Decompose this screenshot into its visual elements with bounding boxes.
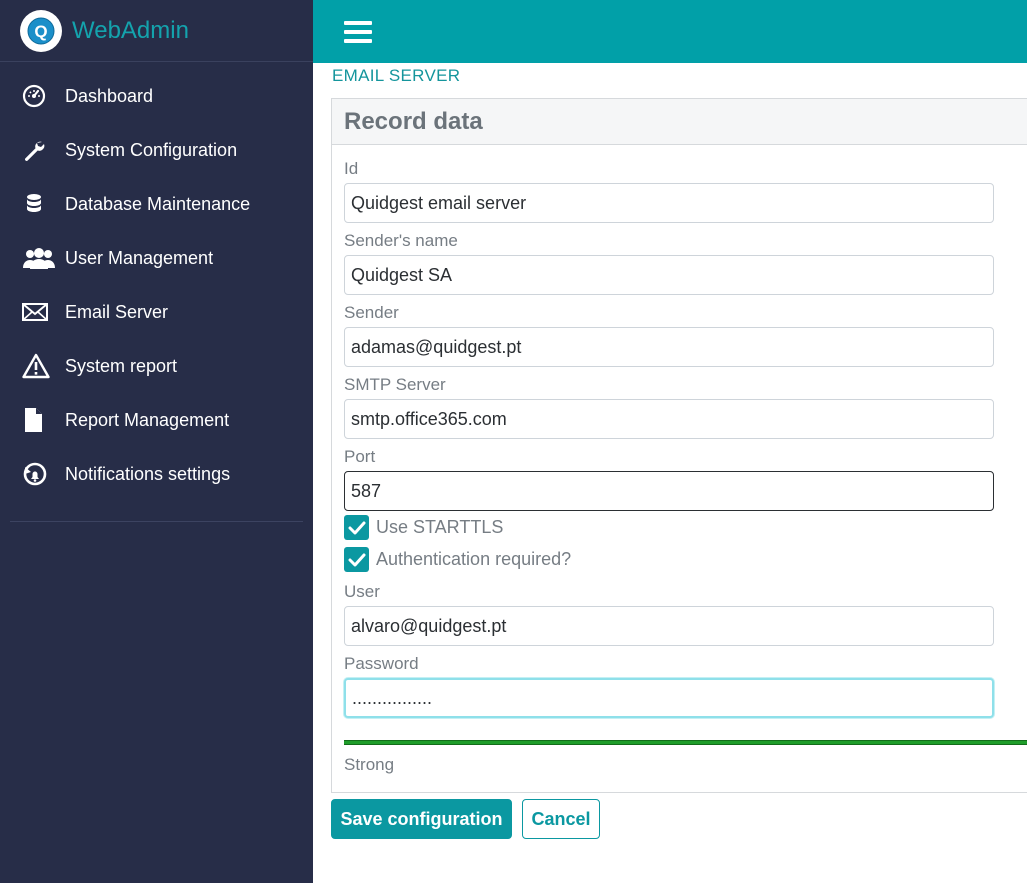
sidebar-item-user-management[interactable]: User Management	[0, 231, 313, 285]
auth-required-checkbox[interactable]	[344, 547, 369, 572]
topbar	[313, 0, 1027, 63]
smtp-server-field[interactable]	[344, 399, 994, 439]
file-icon	[22, 406, 60, 434]
svg-text:Q: Q	[34, 22, 47, 41]
sidebar-item-report-management[interactable]: Report Management	[0, 393, 313, 447]
dashboard-icon	[22, 82, 60, 110]
envelope-icon	[22, 298, 60, 326]
sidebar-nav: Dashboard System Configuration Database …	[0, 62, 313, 501]
starttls-row[interactable]: Use STARTTLS	[344, 515, 503, 540]
sender-name-label: Sender's name	[344, 231, 458, 250]
port-field[interactable]	[344, 471, 994, 511]
users-icon	[22, 244, 60, 272]
sender-name-field[interactable]	[344, 255, 994, 295]
sidebar-item-label: User Management	[65, 247, 214, 268]
sidebar-item-label: Report Management	[65, 409, 230, 430]
main-content: EMAIL SERVER Record data Id Sender's nam…	[313, 63, 1027, 883]
user-field[interactable]	[344, 606, 994, 646]
starttls-checkbox[interactable]	[344, 515, 369, 540]
sidebar-item-database-maintenance[interactable]: Database Maintenance	[0, 177, 313, 231]
checkmark-icon	[348, 521, 365, 534]
database-icon	[22, 190, 60, 218]
sidebar-item-system-configuration[interactable]: System Configuration	[0, 123, 313, 177]
sidebar-item-label: Dashboard	[65, 85, 154, 106]
sidebar-item-dashboard[interactable]: Dashboard	[0, 69, 313, 123]
port-label: Port	[344, 447, 376, 466]
id-label: Id	[344, 159, 359, 178]
password-field[interactable]	[344, 678, 994, 718]
auth-required-row[interactable]: Authentication required?	[344, 547, 571, 572]
auth-required-label: Authentication required?	[376, 549, 572, 569]
app-title: WebAdmin	[72, 16, 189, 44]
sidebar-item-label: System report	[65, 355, 178, 376]
brand[interactable]: Q WebAdmin	[0, 0, 313, 62]
password-strength-bar	[344, 740, 1027, 745]
sidebar-item-notifications-settings[interactable]: Notifications settings	[0, 447, 313, 501]
starttls-label: Use STARTTLS	[376, 517, 504, 537]
smtp-server-label: SMTP Server	[344, 375, 446, 394]
sidebar-item-system-report[interactable]: System report	[0, 339, 313, 393]
sidebar: Q WebAdmin Dashboard System Configuratio…	[0, 0, 313, 883]
panel-header: Record data	[332, 99, 1027, 145]
save-configuration-button[interactable]: Save configuration	[331, 799, 512, 839]
sidebar-item-label: Notifications settings	[65, 463, 231, 484]
id-field[interactable]	[344, 183, 994, 223]
warning-icon	[22, 352, 60, 380]
notification-refresh-icon	[22, 460, 60, 488]
hamburger-icon[interactable]	[344, 20, 372, 43]
record-panel: Record data Id Sender's name Sender SMTP…	[331, 98, 1027, 793]
password-label: Password	[344, 654, 419, 673]
page-title: EMAIL SERVER	[332, 66, 461, 85]
sidebar-item-label: Database Maintenance	[65, 193, 251, 214]
panel-title: Record data	[344, 107, 483, 135]
sidebar-divider	[10, 521, 303, 522]
checkmark-icon	[348, 553, 365, 566]
sidebar-item-label: Email Server	[65, 301, 169, 322]
sidebar-item-label: System Configuration	[65, 139, 238, 160]
sender-label: Sender	[344, 303, 399, 322]
logo-icon: Q	[20, 9, 62, 52]
cancel-button[interactable]: Cancel	[522, 799, 600, 839]
sender-field[interactable]	[344, 327, 994, 367]
user-label: User	[344, 582, 380, 601]
sidebar-item-email-server[interactable]: Email Server	[0, 285, 313, 339]
password-strength-label: Strong	[344, 755, 395, 774]
wrench-icon	[22, 136, 60, 164]
